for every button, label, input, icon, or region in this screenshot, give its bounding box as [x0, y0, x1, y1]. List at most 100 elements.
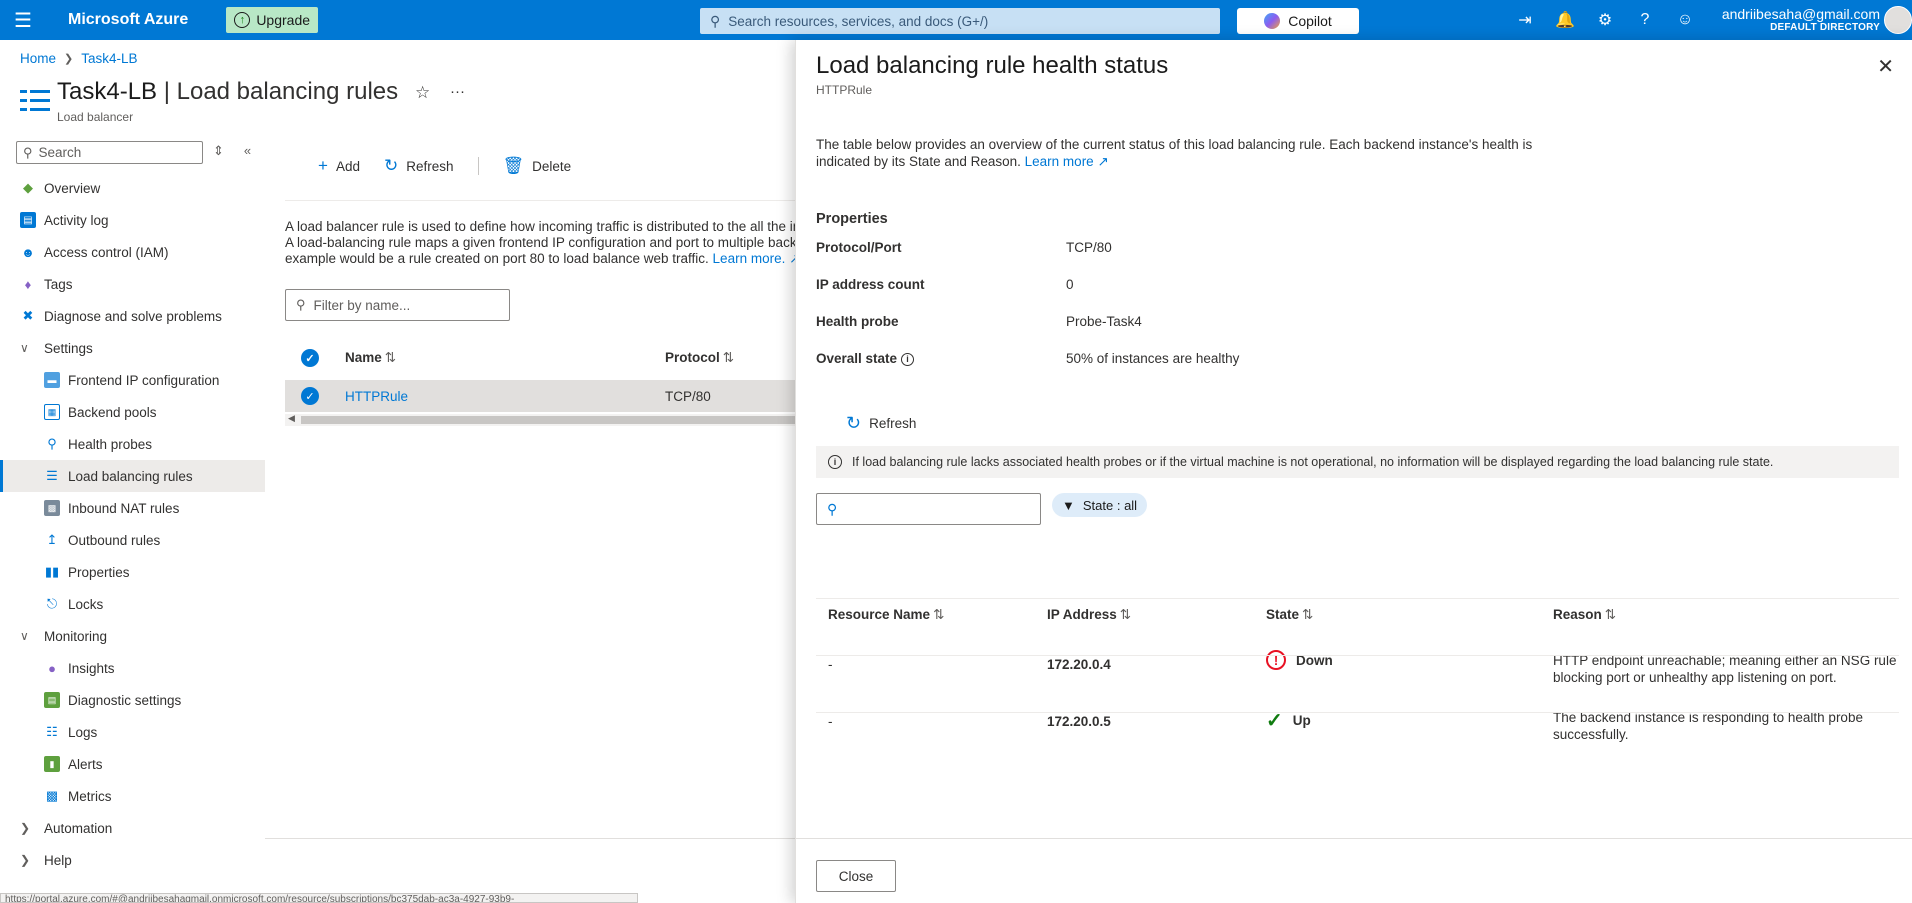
table-row[interactable]: ✓ HTTPRule TCP/80 [285, 380, 795, 412]
column-header-reason[interactable]: Reason ⇅ [1553, 607, 1616, 623]
sidebar-item-backend-pools[interactable]: ▦ Backend pools [0, 396, 265, 428]
backend-pools-icon: ▦ [44, 404, 60, 420]
favorite-star-icon[interactable]: ☆ [415, 83, 430, 103]
sidebar-item-outbound-rules[interactable]: ↥ Outbound rules [0, 524, 265, 556]
sidebar-item-inbound-nat[interactable]: ▩ Inbound NAT rules [0, 492, 265, 524]
sidebar-item-label: Activity log [44, 212, 109, 228]
azure-brand-link[interactable]: Microsoft Azure [68, 11, 188, 29]
divider [265, 838, 795, 839]
sidebar-item-frontend-ip[interactable]: ▬ Frontend IP configuration [0, 364, 265, 396]
column-reason-label: Reason [1553, 607, 1602, 622]
chevron-right-icon: ❯ [64, 53, 74, 65]
upgrade-label: Upgrade [256, 12, 311, 28]
scrollbar-thumb[interactable] [301, 416, 795, 424]
row-checkbox[interactable]: ✓ [301, 387, 319, 405]
close-icon[interactable]: ✕ [1877, 54, 1894, 79]
info-icon[interactable]: i [901, 352, 915, 366]
sidebar-item-label: Locks [68, 596, 104, 612]
property-health-probe: Health probe Probe-Task4 [816, 314, 1516, 329]
sidebar-group-help[interactable]: ❯ Help [0, 844, 265, 876]
delete-button[interactable]: 🗑 Delete [503, 156, 572, 176]
sidebar-item-properties[interactable]: ▮▮ Properties [0, 556, 265, 588]
column-header-ip-address[interactable]: IP Address ⇅ [1047, 607, 1131, 623]
upgrade-button[interactable]: ↑ Upgrade [226, 7, 319, 33]
account-menu[interactable]: andriibesaha@gmail.com DEFAULT DIRECTORY [1722, 6, 1880, 33]
chevron-right-icon: ❯ [20, 853, 31, 867]
column-header-resource-name[interactable]: Resource Name ⇅ [828, 607, 944, 623]
sidebar-group-monitoring[interactable]: ∨ Monitoring [0, 620, 265, 652]
collapse-sidebar-icon[interactable]: « [244, 143, 251, 159]
sidebar-item-overview[interactable]: ◆ Overview [0, 172, 265, 204]
select-all-cell: ✓ [285, 349, 345, 367]
sidebar-group-automation[interactable]: ❯ Automation [0, 812, 265, 844]
sidebar-item-alerts[interactable]: ▮ Alerts [0, 748, 265, 780]
filter-by-name-input[interactable]: ⚲ Filter by name... [285, 289, 510, 321]
row2-ip-address: 172.20.0.5 [1047, 714, 1111, 729]
sidebar-item-label: Load balancing rules [68, 468, 193, 484]
panel-search-input[interactable]: ⚲ [816, 493, 1041, 525]
refresh-icon: ↻ [846, 413, 862, 433]
outbound-icon: ↥ [46, 532, 58, 547]
notifications-bell-icon[interactable]: 🔔 [1545, 10, 1585, 30]
breadcrumb-resource[interactable]: Task4-LB [81, 51, 137, 66]
account-directory: DEFAULT DIRECTORY [1770, 22, 1880, 33]
sidebar-item-diagnostic-settings[interactable]: ▤ Diagnostic settings [0, 684, 265, 716]
panel-refresh-button[interactable]: ↻ Refresh [846, 413, 916, 434]
column-header-name[interactable]: Name ⇅ [345, 350, 665, 366]
global-search-input[interactable]: ⚲ Search resources, services, and docs (… [700, 8, 1220, 34]
sidebar-search-input[interactable]: ⚲ Search [16, 141, 203, 164]
avatar[interactable] [1884, 6, 1912, 34]
close-button[interactable]: Close [816, 860, 896, 892]
resource-name: Task4-LB [57, 78, 158, 105]
row1-state: ! Down [1266, 650, 1333, 670]
expand-collapse-icon[interactable]: ⇕ [213, 143, 224, 159]
settings-gear-icon[interactable]: ⚙ [1585, 10, 1625, 30]
cloud-shell-icon[interactable]: ⇥ [1505, 10, 1545, 30]
scroll-left-icon[interactable]: ◀ [288, 413, 295, 424]
hamburger-menu-icon[interactable]: ☰ [0, 0, 46, 40]
top-icons: ⇥ 🔔 ⚙ ? ☺ [1505, 0, 1705, 40]
sidebar-search-placeholder: Search [38, 145, 82, 160]
property-value: Probe-Task4 [1066, 314, 1142, 329]
copilot-button[interactable]: Copilot [1237, 8, 1359, 34]
help-question-icon[interactable]: ? [1625, 11, 1665, 29]
page-title: Task4-LB | Load balancing rules [57, 78, 398, 106]
sidebar-item-metrics[interactable]: ▩ Metrics [0, 780, 265, 812]
sidebar-item-access-control[interactable]: ☻ Access control (IAM) [0, 236, 265, 268]
refresh-button[interactable]: ↻ Refresh [384, 156, 454, 176]
lock-icon: ⎋ [46, 596, 58, 611]
sidebar-item-locks[interactable]: ⎋ Locks [0, 588, 265, 620]
add-button[interactable]: + Add [318, 156, 360, 176]
filter-funnel-icon: ▼ [1062, 497, 1075, 513]
sidebar-item-activity-log[interactable]: ▤ Activity log [0, 204, 265, 236]
sidebar-item-logs[interactable]: ☷ Logs [0, 716, 265, 748]
breadcrumb-home[interactable]: Home [20, 51, 56, 66]
more-options-icon[interactable]: ··· [450, 83, 465, 100]
row-select-cell: ✓ [285, 387, 345, 405]
global-search-placeholder: Search resources, services, and docs (G+… [728, 13, 989, 29]
select-all-checkbox[interactable]: ✓ [301, 349, 319, 367]
sidebar-item-tags[interactable]: ♦ Tags [0, 268, 265, 300]
state-filter-pill[interactable]: ▼ State : all [1052, 493, 1148, 517]
property-key: Overall state [816, 351, 898, 366]
rule-name-link[interactable]: HTTPRule [345, 389, 665, 404]
sidebar-group-settings[interactable]: ∨ Settings [0, 332, 265, 364]
sidebar-item-load-balancing-rules[interactable]: ☰ Load balancing rules [0, 460, 265, 492]
command-separator [477, 157, 479, 175]
column-header-protocol[interactable]: Protocol ⇅ [665, 350, 734, 366]
row2-reason-line-2: successfully. [1553, 727, 1629, 742]
learn-more-link[interactable]: Learn more. [713, 251, 786, 266]
logs-icon: ☷ [46, 724, 58, 739]
sidebar-item-insights[interactable]: ● Insights [0, 652, 265, 684]
column-header-state[interactable]: State ⇅ [1266, 607, 1313, 623]
sidebar-group-label: Settings [44, 340, 93, 356]
overview-icon: ◆ [23, 180, 33, 195]
property-key: Protocol/Port [816, 240, 902, 255]
panel-learn-more-link[interactable]: Learn more [1025, 154, 1094, 169]
horizontal-scrollbar[interactable]: ◀ [285, 413, 795, 426]
alerts-icon: ▮ [44, 756, 60, 772]
sidebar-item-diagnose[interactable]: ✖ Diagnose and solve problems [0, 300, 265, 332]
lb-rules-icon: ☰ [46, 468, 58, 483]
sidebar-item-health-probes[interactable]: ⚲ Health probes [0, 428, 265, 460]
feedback-icon[interactable]: ☺ [1665, 11, 1705, 29]
